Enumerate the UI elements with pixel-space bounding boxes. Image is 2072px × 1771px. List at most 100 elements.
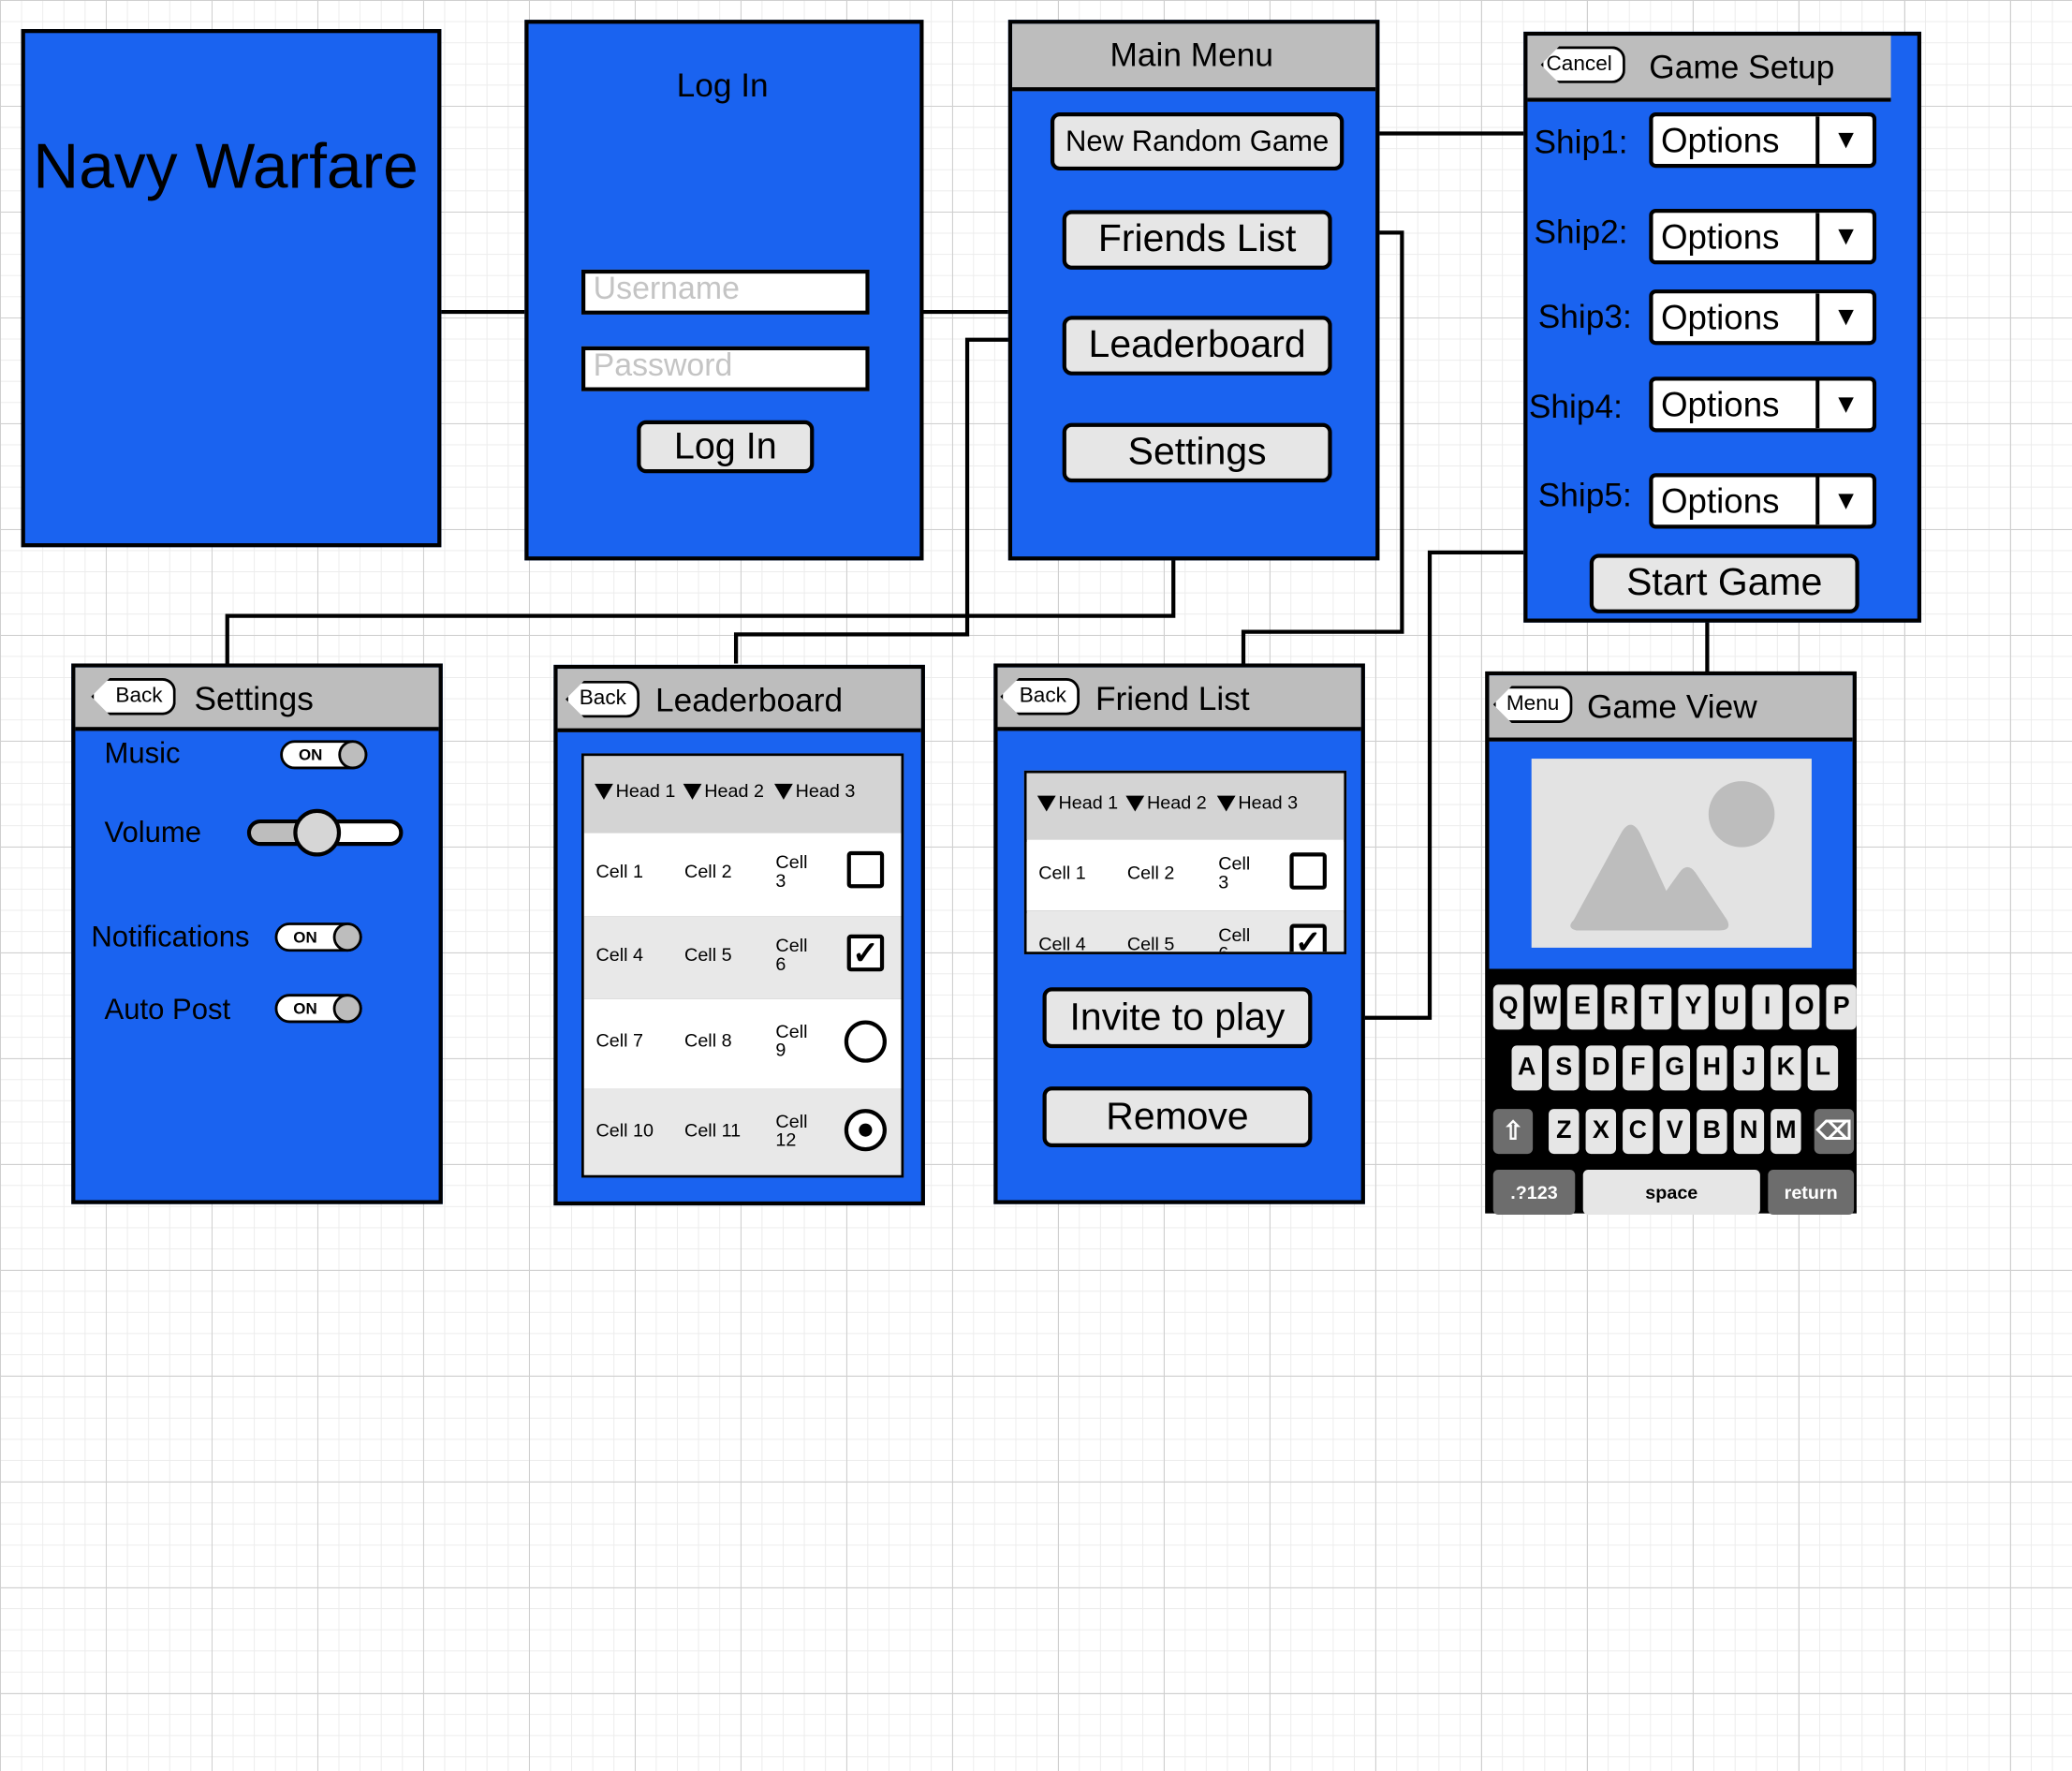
return-key[interactable]: return [1768,1170,1855,1215]
main-menu-screen: Main Menu New Random Game Friends List L… [1007,20,1380,561]
volume-slider-thumb[interactable] [293,808,342,857]
login-title: Log In [676,66,769,105]
key-s[interactable]: S [1549,1045,1580,1091]
key-t[interactable]: T [1640,984,1672,1030]
key-m[interactable]: M [1771,1109,1801,1155]
ship1-select[interactable]: Options ▼ [1649,111,1877,169]
leaderboard-back-button[interactable]: Back [566,680,640,718]
key-q[interactable]: Q [1492,984,1524,1030]
music-toggle[interactable]: ON [280,740,368,770]
key-j[interactable]: J [1733,1045,1765,1091]
notifications-label: Notifications [91,920,250,953]
key-k[interactable]: K [1771,1045,1801,1091]
key-l[interactable]: L [1807,1045,1839,1091]
row-checkbox[interactable] [1289,852,1327,890]
table-header-cell[interactable]: Head 2 [1125,791,1207,813]
key-v[interactable]: V [1659,1109,1691,1155]
key-i[interactable]: I [1752,984,1783,1030]
table-row[interactable]: Cell 4 Cell 5 Cell 6 ✓ [1026,910,1345,952]
table-header-cell[interactable]: Head 3 [774,780,855,801]
table-row[interactable]: Cell 10 Cell 11 Cell 12 [583,1088,902,1175]
table-cell: Cell 12 [775,1110,808,1150]
key-c[interactable]: C [1623,1109,1653,1155]
volume-slider[interactable] [246,808,404,857]
key-d[interactable]: D [1585,1045,1617,1091]
chevron-down-icon: ▼ [1815,477,1873,525]
key-p[interactable]: P [1826,984,1857,1030]
table-header-cell[interactable]: Head 2 [683,780,764,801]
login-screen: Log In Username Password Log In [524,20,924,561]
space-key[interactable]: space [1582,1170,1760,1215]
key-u[interactable]: U [1714,984,1746,1030]
notifications-toggle-text: ON [293,927,317,947]
table-cell: Cell 3 [1218,852,1251,893]
table-cell: Cell 5 [684,943,732,966]
friend-list-back-button[interactable]: Back [1000,677,1080,716]
key-w[interactable]: W [1530,984,1561,1030]
key-n[interactable]: N [1733,1109,1765,1155]
auto-post-label: Auto Post [104,992,231,1026]
notifications-toggle[interactable]: ON [274,922,362,952]
ship4-select[interactable]: Options ▼ [1649,376,1877,433]
login-button[interactable]: Log In [637,420,815,474]
backspace-key-icon[interactable]: ⌫ [1814,1109,1855,1155]
cancel-button[interactable]: Cancel [1540,46,1625,83]
numbers-key[interactable]: .?123 [1492,1170,1576,1215]
table-row[interactable]: Cell 4 Cell 5 Cell 6 ✓ [583,916,902,1002]
key-x[interactable]: X [1585,1109,1617,1155]
row-checkbox[interactable] [846,850,885,889]
key-e[interactable]: E [1566,984,1598,1030]
ship3-label: Ship3: [1537,298,1632,336]
table-row[interactable]: Cell 1 Cell 2 Cell 3 [583,833,902,919]
start-game-button[interactable]: Start Game [1589,553,1859,613]
key-r[interactable]: R [1604,984,1635,1030]
row-radio[interactable] [844,1020,887,1063]
remove-button[interactable]: Remove [1042,1086,1313,1148]
table-row[interactable]: Cell 1 Cell 2 Cell 3 [1026,839,1345,914]
ship1-value: Options [1661,120,1780,160]
password-field[interactable]: Password [580,346,870,391]
shift-key-icon[interactable]: ⇧ [1492,1109,1534,1155]
table-header-cell[interactable]: Head 1 [1036,791,1118,813]
settings-button[interactable]: Settings [1062,422,1332,483]
new-random-game-button[interactable]: New Random Game [1050,111,1345,171]
main-menu-title: Main Menu [1109,37,1274,75]
key-g[interactable]: G [1659,1045,1691,1091]
checkmark-icon[interactable]: ✓ [1289,923,1327,952]
key-a[interactable]: A [1511,1045,1542,1091]
leaderboard-title: Leaderboard [655,682,844,719]
leaderboard-button[interactable]: Leaderboard [1062,316,1332,376]
game-view-titlebar: Menu Game View [1489,675,1853,742]
table-header-cell[interactable]: Head 1 [595,780,675,801]
table-header-cell[interactable]: Head 3 [1216,791,1298,813]
table-row[interactable]: Cell 7 Cell 8 Cell 9 [583,998,902,1092]
ship3-select[interactable]: Options ▼ [1649,289,1877,346]
leaderboard-screen: Back Leaderboard Head 1 Head 2 Head 3 Ce… [553,664,925,1206]
leaderboard-titlebar: Back Leaderboard [557,669,921,732]
game-view-title: Game View [1586,688,1757,726]
row-radio-selected[interactable] [844,1109,887,1152]
key-h[interactable]: H [1697,1045,1727,1091]
game-view-screen: Menu Game View Q W E R T Y U I O P A S D F G H J K L ⇧ Z X C V B… [1485,671,1857,1215]
friend-list-titlebar: Back Friend List [997,667,1361,731]
key-y[interactable]: Y [1678,984,1709,1030]
settings-back-button[interactable]: Back [91,677,176,716]
ship5-label: Ship5: [1537,477,1632,514]
chevron-down-icon: ▼ [1815,213,1873,261]
menu-button[interactable]: Menu [1492,686,1573,723]
auto-post-toggle[interactable]: ON [274,994,362,1024]
key-f[interactable]: F [1623,1045,1653,1091]
invite-to-play-button[interactable]: Invite to play [1042,987,1313,1049]
game-setup-titlebar: Cancel Game Setup [1527,36,1891,102]
game-setup-screen: Cancel Game Setup Ship1: Options ▼ Ship2:… [1523,31,1922,623]
ship2-label: Ship2: [1534,214,1628,252]
table-header: Head 1 Head 2 Head 3 [583,756,902,835]
checkmark-icon[interactable]: ✓ [846,934,885,972]
key-z[interactable]: Z [1549,1109,1580,1155]
username-field[interactable]: Username [580,269,870,315]
key-o[interactable]: O [1788,984,1820,1030]
ship5-select[interactable]: Options ▼ [1649,473,1877,529]
friends-list-button[interactable]: Friends List [1062,210,1332,270]
key-b[interactable]: B [1697,1109,1727,1155]
ship2-select[interactable]: Options ▼ [1649,208,1877,265]
